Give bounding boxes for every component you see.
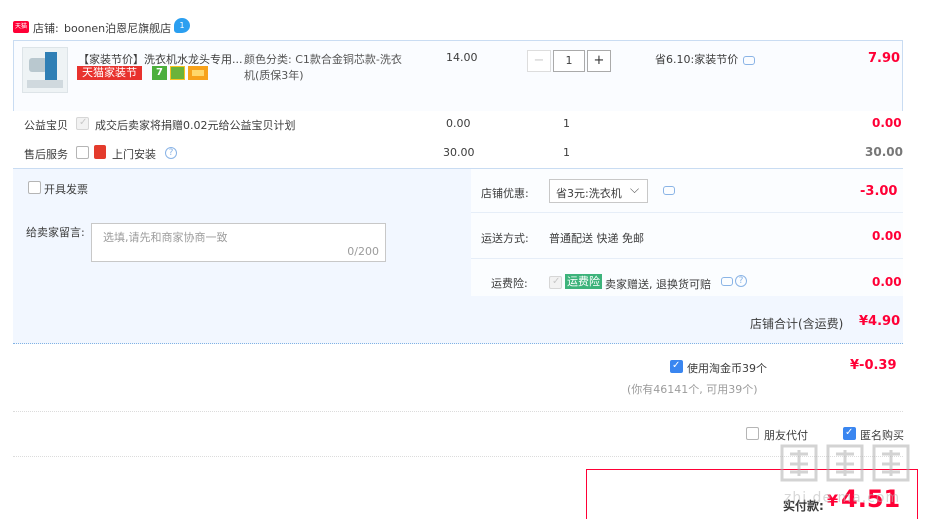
credit-card-icon xyxy=(188,66,208,80)
invoice-label: 开具发票 xyxy=(44,183,88,196)
coins-label: 使用淘金币39个 xyxy=(687,362,767,375)
divider xyxy=(13,456,903,457)
install-icon xyxy=(94,145,106,159)
insurance-amount: 0.00 xyxy=(872,275,902,289)
shipping-value: 普通配送 快递 免邮 xyxy=(549,232,644,245)
shop-discount-value: 省3元:洗衣机 xyxy=(556,187,622,200)
charity-amount: 0.00 xyxy=(872,116,902,130)
coins-amount: ¥-0.39 xyxy=(850,358,897,373)
friend-pay-checkbox[interactable] xyxy=(746,427,759,440)
coins-note: (你有46141个, 可用39个) xyxy=(627,383,758,396)
quantity-minus-button[interactable]: − xyxy=(527,50,551,72)
aftersale-price: 30.00 xyxy=(443,146,475,159)
divider xyxy=(13,411,903,412)
sku-attribute: 颜色分类: C1款合金铜芯款-洗衣 xyxy=(244,53,402,66)
watermark-text: zhi.de ma.com xyxy=(784,490,901,506)
discount-text: 省6.10:家装节价 xyxy=(655,53,739,66)
shop-label: 店铺: xyxy=(33,22,59,35)
shop-discount-select[interactable]: 省3元:洗衣机 ⌵ xyxy=(549,179,648,203)
quantity-plus-button[interactable]: + xyxy=(587,50,611,72)
message-placeholder: 选填,请先和商家协商一致 xyxy=(103,231,228,244)
product-thumbnail[interactable] xyxy=(22,47,68,93)
discount-info-icon[interactable] xyxy=(743,56,755,65)
seven-day-return-icon: 7 xyxy=(152,66,167,80)
message-counter: 0/200 xyxy=(347,245,379,258)
aftersale-amount: 30.00 xyxy=(865,145,903,159)
insurance-text: 卖家赠送, 退换货可赔 xyxy=(605,278,711,291)
install-checkbox[interactable] xyxy=(76,146,89,159)
insurance-checkbox xyxy=(549,276,562,289)
chevron-down-icon: ⌵ xyxy=(630,182,640,196)
insurance-label: 运费险: xyxy=(491,277,528,290)
anonymous-checkbox[interactable] xyxy=(843,427,856,440)
unit-price: 14.00 xyxy=(446,51,478,64)
shop-discount-label: 店铺优惠: xyxy=(481,187,529,200)
help-icon[interactable]: ? xyxy=(165,147,177,159)
insurance-badge: 运费险 xyxy=(565,274,602,289)
shop-name-link[interactable]: boonen泊恩尼旗舰店 xyxy=(64,20,171,36)
coins-checkbox[interactable] xyxy=(670,360,683,373)
charity-label: 公益宝贝 xyxy=(24,119,68,132)
shop-total-label: 店铺合计(含运费) xyxy=(750,317,844,331)
sku-attribute-cont: 机(质保3年) xyxy=(244,69,304,82)
divider xyxy=(471,212,903,213)
shop-discount-amount: -3.00 xyxy=(860,184,898,199)
divider xyxy=(471,258,903,259)
product-title-link[interactable]: 【家装节价】洗衣机水龙头专用... xyxy=(78,51,243,67)
discount-comment-icon[interactable] xyxy=(663,186,675,195)
charity-text: 成交后卖家将捐赠0.02元给公益宝贝计划 xyxy=(95,119,296,132)
invoice-checkbox[interactable] xyxy=(28,181,41,194)
insurance-help-icon[interactable]: ? xyxy=(735,275,747,287)
charity-qty: 1 xyxy=(563,117,570,130)
guarantee-icon xyxy=(170,66,185,80)
shipping-label: 运送方式: xyxy=(481,232,529,245)
aftersale-qty: 1 xyxy=(563,146,570,159)
message-textarea[interactable]: 选填,请先和商家协商一致 0/200 xyxy=(91,223,386,262)
tmall-icon: 天猫 xyxy=(13,21,29,33)
festival-tag: 天猫家装节 xyxy=(77,66,142,80)
charity-price: 0.00 xyxy=(446,117,471,130)
quantity-input[interactable]: 1 xyxy=(553,50,585,72)
install-text: 上门安装 xyxy=(112,148,156,161)
message-label: 给卖家留言: xyxy=(26,226,85,239)
aftersale-label: 售后服务 xyxy=(24,148,68,161)
wangwang-chat-icon[interactable]: 1 xyxy=(174,18,190,33)
item-subtotal: 7.90 xyxy=(868,51,901,66)
shop-total-amount: ¥4.90 xyxy=(859,314,901,329)
shipping-amount: 0.00 xyxy=(872,229,902,243)
watermark: zhi.de ma.com xyxy=(778,440,918,512)
charity-checkbox xyxy=(76,117,89,130)
insurance-comment-icon[interactable] xyxy=(721,277,733,286)
